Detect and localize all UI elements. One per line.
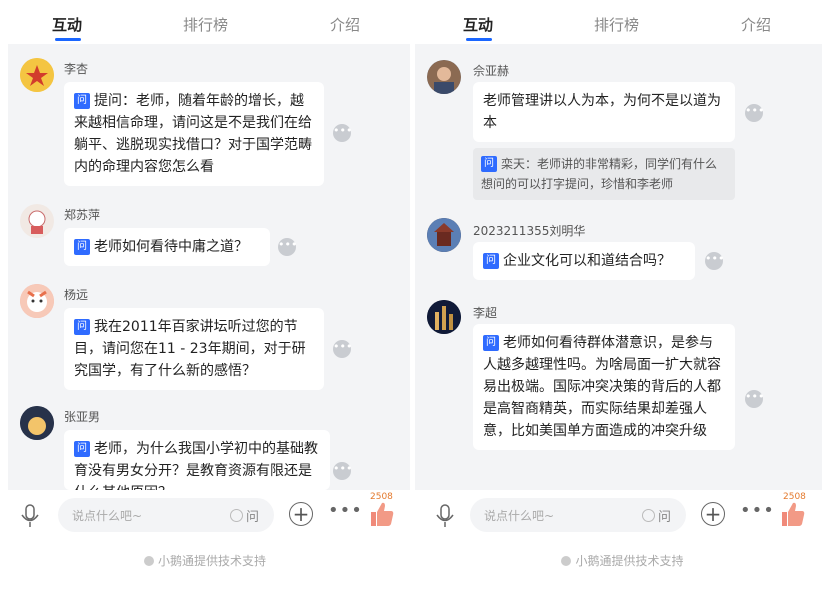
- question-bubble[interactable]: 老师管理讲以人为本，为何不是以道为本: [473, 82, 735, 142]
- user-name: 张亚男: [64, 410, 101, 424]
- tab-interaction[interactable]: 互动: [52, 14, 82, 35]
- active-tab-indicator: [466, 38, 492, 41]
- message-feed[interactable]: 李杏 问提问：老师，随着年龄的增长，越来越相信命理，请问这是不是我们在给躺平、逃…: [8, 44, 410, 490]
- question-text: 老师如何看待群体潜意识，是参与人越多越理性吗。为啥局面一扩大就容易出极端。国际冲…: [483, 335, 721, 439]
- question-bubble[interactable]: 问提问：老师，随着年龄的增长，越来越相信命理，请问这是不是我们在给躺平、逃脱现实…: [64, 82, 324, 186]
- question-tag: 问: [74, 319, 90, 335]
- avatar[interactable]: [20, 58, 54, 92]
- message-feed[interactable]: 佘亚赫 老师管理讲以人为本，为何不是以道为本 ••• 问栾天：老师讲的非常精彩，…: [415, 44, 822, 490]
- avatar-image-icon: [20, 284, 54, 318]
- comment-input[interactable]: 说点什么吧~ 问: [470, 498, 686, 532]
- user-name: 李杏: [64, 62, 89, 76]
- more-options-icon[interactable]: •••: [333, 124, 352, 142]
- footer-text: 小鹅通提供技术支持: [575, 554, 684, 568]
- avatar[interactable]: [20, 406, 54, 440]
- question-tag: 问: [481, 156, 497, 172]
- input-placeholder: 说点什么吧~: [72, 509, 143, 523]
- question-bubble[interactable]: 问老师，为什么我国小学初中的基础教育没有男女分开？是教育资源有限还是什么其他原因…: [64, 430, 330, 490]
- plus-circle-icon[interactable]: +: [701, 502, 725, 526]
- user-name: 佘亚赫: [473, 64, 510, 78]
- avatar-image-icon: [427, 300, 461, 334]
- comment-input[interactable]: 说点什么吧~ 问: [58, 498, 274, 532]
- question-bubble[interactable]: 问企业文化可以和道结合吗？: [473, 242, 695, 280]
- question-bubble[interactable]: 问老师如何看待群体潜意识，是参与人越多越理性吗。为啥局面一扩大就容易出极端。国际…: [473, 324, 735, 450]
- input-bar: 说点什么吧~ 问 + ••• 2508: [0, 490, 410, 546]
- question-tag: 问: [483, 253, 499, 269]
- avatar[interactable]: [427, 60, 461, 94]
- reply-box: 问栾天：老师讲的非常精彩，同学们有什么想问的可以打字提问，珍惜和李老师: [473, 148, 735, 200]
- avatar[interactable]: [427, 300, 461, 334]
- brand-logo-icon: [561, 556, 572, 566]
- question-tag: 问: [74, 239, 90, 255]
- avatar-image-icon: [427, 218, 461, 252]
- more-options-icon[interactable]: •••: [745, 390, 764, 408]
- avatar[interactable]: [427, 218, 461, 252]
- question-bubble[interactable]: 问老师如何看待中庸之道？: [64, 228, 270, 266]
- user-name: 郑苏萍: [64, 208, 101, 222]
- more-options-icon[interactable]: •••: [705, 252, 724, 270]
- more-options-icon[interactable]: •••: [278, 238, 297, 256]
- plus-circle-icon[interactable]: +: [289, 502, 313, 526]
- avatar-image-icon: [20, 58, 54, 92]
- more-options-icon[interactable]: •••: [333, 340, 352, 358]
- question-tag: 问: [74, 93, 90, 109]
- question-tag: 问: [483, 335, 499, 351]
- ask-toggle-radio[interactable]: [230, 509, 243, 522]
- brand-logo-icon: [143, 556, 154, 566]
- tab-intro[interactable]: 介绍: [330, 14, 360, 35]
- avatar-image-icon: [20, 406, 54, 440]
- thumbs-up-icon[interactable]: [779, 500, 805, 528]
- question-tag: 问: [74, 441, 90, 457]
- more-options-icon[interactable]: •••: [745, 104, 764, 122]
- left-panel: 互动 排行榜 介绍 李杏 问提问：老师，随着年龄的增长，越来越相信命理，请问这是…: [0, 0, 410, 596]
- tab-bar: 互动 排行榜 介绍: [415, 0, 830, 44]
- tech-support-footer: 小鹅通提供技术支持: [415, 552, 830, 569]
- tab-leaderboard[interactable]: 排行榜: [183, 14, 228, 35]
- ask-toggle-label[interactable]: 问: [658, 506, 671, 525]
- question-text: 提问：老师，随着年龄的增长，越来越相信命理，请问这是不是我们在给躺平、逃脱现实找…: [74, 93, 312, 175]
- input-bar: 说点什么吧~ 问 + ••• 2508: [415, 490, 830, 546]
- more-options-icon[interactable]: •••: [333, 462, 352, 480]
- ask-toggle-radio[interactable]: [642, 509, 655, 522]
- avatar-image-icon: [20, 204, 54, 238]
- user-name: 2023211355刘明华: [473, 224, 586, 238]
- question-bubble[interactable]: 问我在2011年百家讲坛听过您的节目，请问您在11 - 23年期间，对于研究国学…: [64, 308, 324, 390]
- input-placeholder: 说点什么吧~: [484, 509, 555, 523]
- tab-intro[interactable]: 介绍: [741, 14, 771, 35]
- tab-leaderboard[interactable]: 排行榜: [594, 14, 639, 35]
- reply-text: 栾天：老师讲的非常精彩，同学们有什么想问的可以打字提问，珍惜和李老师: [481, 157, 718, 191]
- ask-toggle-label[interactable]: 问: [246, 506, 259, 525]
- question-text: 老师，为什么我国小学初中的基础教育没有男女分开？是教育资源有限还是什么其他原因？: [74, 441, 318, 490]
- tab-bar: 互动 排行榜 介绍: [0, 0, 410, 44]
- more-dots-icon[interactable]: •••: [328, 500, 363, 521]
- question-text: 企业文化可以和道结合吗？: [503, 253, 671, 269]
- avatar[interactable]: [20, 204, 54, 238]
- user-name: 李超: [473, 306, 498, 320]
- right-panel: 互动 排行榜 介绍 佘亚赫 老师管理讲以人为本，为何不是以道为本 ••• 问栾天…: [415, 0, 830, 596]
- avatar-image-icon: [427, 60, 461, 94]
- avatar[interactable]: [20, 284, 54, 318]
- tech-support-footer: 小鹅通提供技术支持: [0, 552, 410, 569]
- thumbs-up-icon[interactable]: [368, 500, 394, 528]
- microphone-icon[interactable]: [435, 504, 455, 528]
- question-text: 老师管理讲以人为本，为何不是以道为本: [483, 93, 721, 131]
- question-text: 老师如何看待中庸之道？: [94, 239, 248, 255]
- user-name: 杨远: [64, 288, 89, 302]
- tab-interaction[interactable]: 互动: [463, 14, 493, 35]
- active-tab-indicator: [55, 38, 81, 41]
- question-text: 我在2011年百家讲坛听过您的节目，请问您在11 - 23年期间，对于研究国学，…: [74, 319, 306, 379]
- more-dots-icon[interactable]: •••: [740, 500, 775, 521]
- footer-text: 小鹅通提供技术支持: [157, 554, 266, 568]
- microphone-icon[interactable]: [20, 504, 40, 528]
